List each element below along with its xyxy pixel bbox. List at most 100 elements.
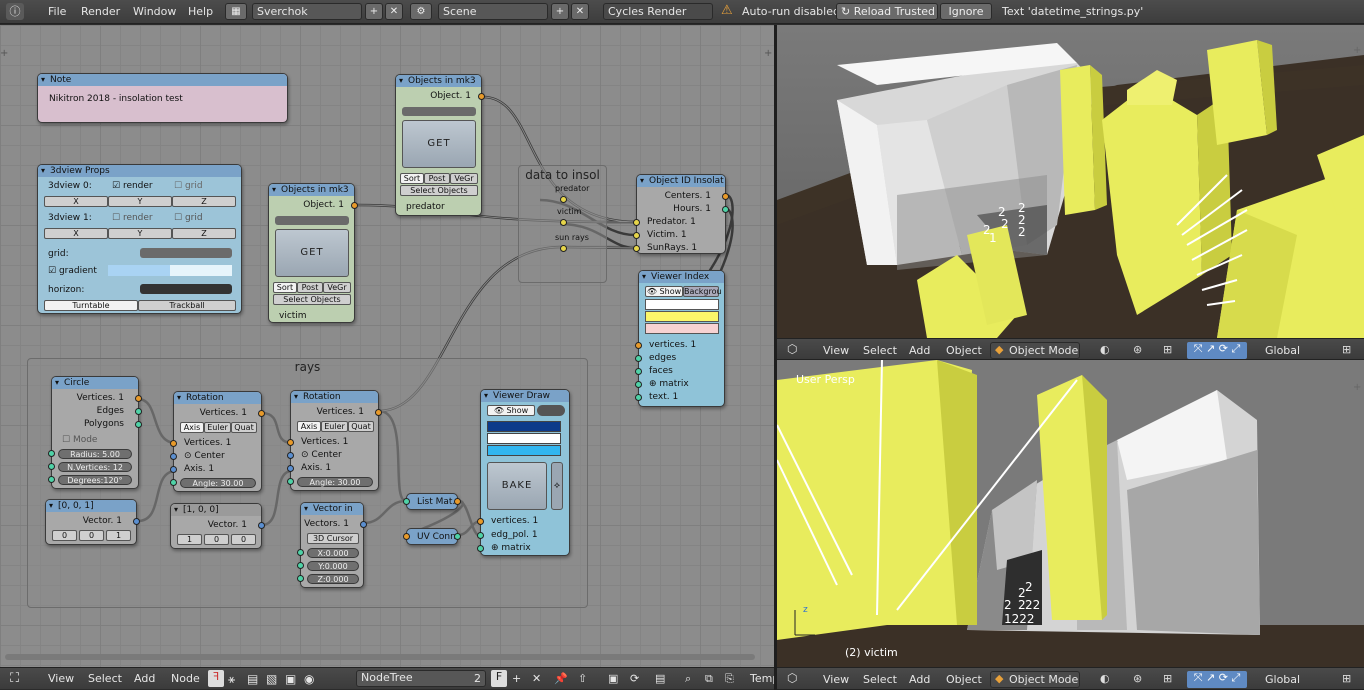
node-tree-field[interactable]: NodeTree: [356, 670, 486, 687]
euler-mode-button[interactable]: Euler: [321, 421, 348, 432]
shading-icon[interactable]: ◐: [1100, 672, 1110, 685]
vector-001-z[interactable]: 1: [106, 530, 131, 541]
viewer-toggle-switch[interactable]: [537, 405, 565, 416]
angle-field[interactable]: Angle: 30.00: [297, 477, 373, 487]
rotation-vertices-in-socket[interactable]: [287, 439, 294, 446]
vector-x-field[interactable]: X:0.000: [307, 548, 359, 558]
backdrop-icon[interactable]: ▣: [608, 672, 618, 685]
properties-plus-icon[interactable]: +: [764, 48, 772, 59]
rotation-vertices-out-socket[interactable]: [375, 409, 382, 416]
vector-100-y[interactable]: 0: [204, 534, 229, 545]
snap-icon[interactable]: ⟳: [630, 672, 639, 685]
vector-100-x[interactable]: 1: [177, 534, 202, 545]
other-tree-icon[interactable]: ◉: [304, 672, 314, 686]
uv-conn-out-socket[interactable]: [454, 533, 461, 540]
bake-button[interactable]: BAKE: [487, 462, 547, 510]
scene-icon[interactable]: ⚙: [410, 3, 432, 20]
layers-icon[interactable]: ⊞: [1342, 343, 1351, 356]
fake-user-button[interactable]: F: [491, 670, 507, 687]
vector-x-socket[interactable]: [297, 549, 304, 556]
remove-layout-icon[interactable]: ✕: [385, 3, 403, 20]
faces-socket[interactable]: [635, 368, 642, 375]
rotation-node-1[interactable]: Rotation Vertices. 1 Axis Euler Quat Ver…: [170, 391, 265, 492]
3d-viewport-bottom[interactable]: User Persp (2) victim 2 2 2 2 1222 22 + …: [777, 360, 1364, 667]
mode-check[interactable]: ☐ Mode: [62, 435, 97, 445]
menu-render[interactable]: Render: [81, 5, 120, 18]
unlink-tree-icon[interactable]: ✕: [532, 672, 541, 685]
grid-color-swatch[interactable]: [140, 248, 232, 258]
3d-viewport-top[interactable]: 2 2 2 2 2 2 1 +: [777, 25, 1364, 338]
ignore-button[interactable]: Ignore: [940, 3, 992, 20]
copy-icon[interactable]: ⧉: [705, 672, 713, 686]
orientation-select[interactable]: Global: [1265, 673, 1300, 686]
viewport-editor-icon[interactable]: ⬡: [787, 671, 797, 685]
view0-render-check[interactable]: ☑ render: [112, 181, 153, 191]
reroute-predator[interactable]: [560, 196, 567, 203]
vector-100-socket[interactable]: [258, 522, 265, 529]
object-output-socket[interactable]: [351, 202, 358, 209]
menu-select[interactable]: Select: [88, 672, 122, 685]
gradient-check[interactable]: ☑ gradient: [48, 266, 97, 276]
get-button[interactable]: GET: [402, 120, 476, 168]
view0-y[interactable]: Y: [108, 196, 172, 207]
sort-button[interactable]: Sort: [273, 282, 297, 293]
uv-conn-in-socket[interactable]: [403, 533, 410, 540]
menu-view[interactable]: View: [823, 344, 849, 357]
go-parent-icon[interactable]: ⇧: [578, 672, 587, 685]
rotation-node-2[interactable]: Rotation Vertices. 1 Axis Euler Quat Ver…: [287, 390, 382, 491]
3d-cursor-button[interactable]: 3D Cursor: [307, 533, 359, 544]
matrix-socket[interactable]: [635, 381, 642, 388]
vector-100-node[interactable]: [1, 0, 0] Vector. 1 1 0 0: [170, 503, 265, 549]
view0-grid-check[interactable]: ☐ grid: [174, 181, 203, 191]
axis-mode-button[interactable]: Axis: [297, 421, 321, 432]
vegr-button[interactable]: VeGr: [450, 173, 478, 184]
victim-socket[interactable]: [633, 232, 640, 239]
node-editor[interactable]: Note Nikitron 2018 - insolation test 3dv…: [0, 25, 774, 667]
menu-view[interactable]: View: [823, 673, 849, 686]
text-socket[interactable]: [635, 394, 642, 401]
tree-type-icon[interactable]: ꟻ: [208, 670, 224, 687]
viewport-editor-icon[interactable]: ⬡: [787, 342, 797, 356]
view1-x[interactable]: X: [44, 228, 108, 239]
axis-socket[interactable]: [170, 466, 177, 473]
toolshelf-plus-icon[interactable]: +: [0, 48, 8, 59]
menu-help[interactable]: Help: [188, 5, 213, 18]
menu-view[interactable]: View: [48, 672, 74, 685]
menu-file[interactable]: File: [48, 5, 66, 18]
objects-in-node-predator[interactable]: Objects in mk3 Object. 1 GET Sort Post V…: [395, 74, 485, 216]
trackball-button[interactable]: Trackball: [138, 300, 236, 311]
snap-icon[interactable]: ⊞: [1163, 672, 1172, 685]
pin-icon[interactable]: 📌: [554, 672, 568, 685]
gradient-color-b[interactable]: [170, 265, 232, 276]
show-toggle[interactable]: 👁 Show: [645, 286, 683, 297]
note-node[interactable]: Note Nikitron 2018 - insolation test: [37, 73, 288, 123]
viewer-face-color[interactable]: [487, 445, 561, 456]
menu-window[interactable]: Window: [133, 5, 176, 18]
viewer-matrix-socket[interactable]: [477, 545, 484, 552]
select-objects-button[interactable]: Select Objects: [273, 294, 351, 305]
axis-socket[interactable]: [287, 465, 294, 472]
reload-trusted-button[interactable]: ↻ Reload Trusted: [836, 3, 938, 20]
pivot-icon[interactable]: ⊛: [1133, 672, 1142, 685]
vector-100-z[interactable]: 0: [231, 534, 256, 545]
mode-select[interactable]: Object Mode: [990, 671, 1080, 688]
list-mat-node[interactable]: List Mat.: [403, 493, 461, 510]
reroute-victim[interactable]: [560, 219, 567, 226]
manipulator-icons[interactable]: ⤧ ↗ ⟳ ⤢: [1187, 342, 1247, 359]
viewport-plus-icon[interactable]: +: [1353, 45, 1361, 56]
layout-field[interactable]: Sverchok: [252, 3, 362, 20]
vector-in-node[interactable]: Vector in Vectors. 1 3D Cursor X:0.000 Y…: [297, 502, 367, 588]
viewer-edgpol-socket[interactable]: [477, 532, 484, 539]
vector-y-field[interactable]: Y:0.000: [307, 561, 359, 571]
menu-node[interactable]: Node: [171, 672, 200, 685]
vector-z-socket[interactable]: [297, 575, 304, 582]
pivot-icon[interactable]: ⊛: [1133, 343, 1142, 356]
view0-z[interactable]: Z: [172, 196, 236, 207]
get-button[interactable]: GET: [275, 229, 349, 277]
editor-type-icon[interactable]: ⛶: [10, 671, 19, 686]
new-tree-icon[interactable]: +: [512, 672, 521, 685]
sort-button[interactable]: Sort: [400, 173, 424, 184]
objects-in-node-victim[interactable]: Objects in mk3 Object. 1 GET Sort Post V…: [268, 183, 358, 323]
orientation-select[interactable]: Global: [1265, 344, 1300, 357]
objects-list[interactable]: [402, 107, 476, 116]
